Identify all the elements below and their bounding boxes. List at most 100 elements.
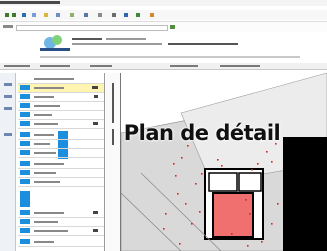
print-icon[interactable] bbox=[84, 13, 88, 17]
address-label bbox=[3, 25, 13, 28]
layer-color bbox=[20, 103, 30, 108]
survey-point bbox=[185, 203, 187, 205]
menu-strip bbox=[0, 63, 327, 70]
header-text-blur bbox=[106, 38, 146, 40]
home-icon[interactable] bbox=[32, 13, 36, 17]
layer-row[interactable] bbox=[18, 120, 104, 129]
title-bar bbox=[0, 0, 327, 6]
survey-point bbox=[245, 199, 247, 201]
scale-bar-icon[interactable] bbox=[112, 83, 114, 123]
history-icon[interactable] bbox=[56, 13, 60, 17]
header-divider bbox=[40, 56, 300, 58]
layer-row[interactable] bbox=[18, 169, 104, 178]
survey-point bbox=[221, 165, 223, 167]
layer-row[interactable] bbox=[18, 149, 104, 158]
map-view[interactable]: Plan de détail bbox=[121, 73, 327, 251]
survey-point bbox=[257, 163, 259, 165]
layer-label bbox=[34, 163, 64, 165]
black-building bbox=[283, 137, 327, 251]
refresh-icon[interactable] bbox=[22, 13, 26, 17]
mail-icon[interactable] bbox=[70, 13, 74, 17]
favorites-icon[interactable] bbox=[44, 13, 48, 17]
zoom-slider-icon[interactable] bbox=[112, 129, 114, 145]
layer-color bbox=[20, 228, 30, 233]
survey-point bbox=[187, 145, 189, 147]
layer-color bbox=[20, 239, 30, 244]
layer-value bbox=[93, 211, 98, 214]
discuss-icon[interactable] bbox=[112, 13, 116, 17]
survey-point bbox=[271, 161, 273, 163]
layer-label bbox=[34, 123, 58, 125]
logo-wordmark bbox=[40, 48, 70, 51]
menu-item[interactable] bbox=[220, 65, 260, 67]
layer-color bbox=[20, 85, 30, 90]
forward-icon[interactable] bbox=[12, 13, 16, 17]
layers-panel bbox=[18, 73, 105, 251]
layer-label bbox=[34, 230, 68, 232]
layer-label bbox=[34, 143, 50, 145]
layer-row[interactable] bbox=[18, 218, 104, 227]
messenger-icon[interactable] bbox=[124, 13, 128, 17]
layer-row[interactable] bbox=[18, 178, 104, 187]
layer-group-bar bbox=[20, 191, 30, 207]
header-text-blur bbox=[72, 43, 162, 45]
nav-button[interactable] bbox=[4, 83, 12, 86]
layer-color bbox=[20, 170, 30, 175]
survey-point bbox=[181, 157, 183, 159]
browser-toolbar bbox=[0, 10, 327, 20]
layer-row[interactable] bbox=[18, 238, 104, 247]
edit-icon[interactable] bbox=[98, 13, 102, 17]
layer-row[interactable] bbox=[18, 209, 104, 218]
layer-row[interactable] bbox=[18, 131, 104, 140]
layer-label bbox=[34, 134, 54, 136]
back-icon[interactable] bbox=[5, 13, 9, 17]
layer-value bbox=[93, 122, 98, 125]
nav-button[interactable] bbox=[4, 95, 12, 98]
layer-row[interactable] bbox=[18, 160, 104, 169]
building-unit bbox=[238, 172, 262, 192]
layer-row[interactable] bbox=[18, 84, 104, 93]
layer-label bbox=[34, 221, 58, 223]
layer-label bbox=[34, 181, 60, 183]
left-nav-strip bbox=[0, 73, 16, 251]
survey-point bbox=[175, 175, 177, 177]
layer-color bbox=[20, 161, 30, 166]
layer-label bbox=[34, 96, 54, 98]
menu-item[interactable] bbox=[90, 65, 112, 67]
survey-point bbox=[247, 245, 249, 247]
layer-row[interactable] bbox=[18, 102, 104, 111]
layer-label bbox=[34, 152, 56, 154]
menu-item[interactable] bbox=[170, 65, 198, 67]
survey-point bbox=[261, 241, 263, 243]
layer-color bbox=[20, 219, 30, 224]
research-icon[interactable] bbox=[136, 13, 140, 17]
nav-button[interactable] bbox=[4, 133, 12, 136]
survey-point bbox=[249, 213, 251, 215]
layer-color bbox=[20, 141, 30, 146]
layer-row[interactable] bbox=[18, 111, 104, 120]
survey-point bbox=[231, 233, 233, 235]
layer-value bbox=[93, 229, 98, 232]
highlighted-parcel[interactable] bbox=[212, 192, 254, 238]
address-input[interactable] bbox=[16, 25, 168, 31]
survey-point bbox=[266, 151, 268, 153]
tools-icon[interactable] bbox=[150, 13, 154, 17]
layer-row[interactable] bbox=[18, 93, 104, 102]
layer-row[interactable] bbox=[18, 140, 104, 149]
layer-color bbox=[20, 179, 30, 184]
header-text-blur bbox=[168, 43, 238, 45]
menu-item[interactable] bbox=[4, 65, 30, 67]
map-canvas[interactable] bbox=[121, 73, 327, 251]
layer-color bbox=[20, 132, 30, 137]
go-icon[interactable] bbox=[170, 25, 175, 29]
nav-button[interactable] bbox=[4, 107, 12, 110]
layer-row[interactable] bbox=[18, 75, 104, 84]
survey-point bbox=[165, 213, 167, 215]
layer-row[interactable] bbox=[18, 227, 104, 236]
survey-point bbox=[271, 223, 273, 225]
layer-value bbox=[92, 86, 98, 89]
layer-color bbox=[20, 94, 30, 99]
survey-point bbox=[277, 203, 279, 205]
survey-point bbox=[191, 223, 193, 225]
menu-item[interactable] bbox=[40, 65, 70, 67]
